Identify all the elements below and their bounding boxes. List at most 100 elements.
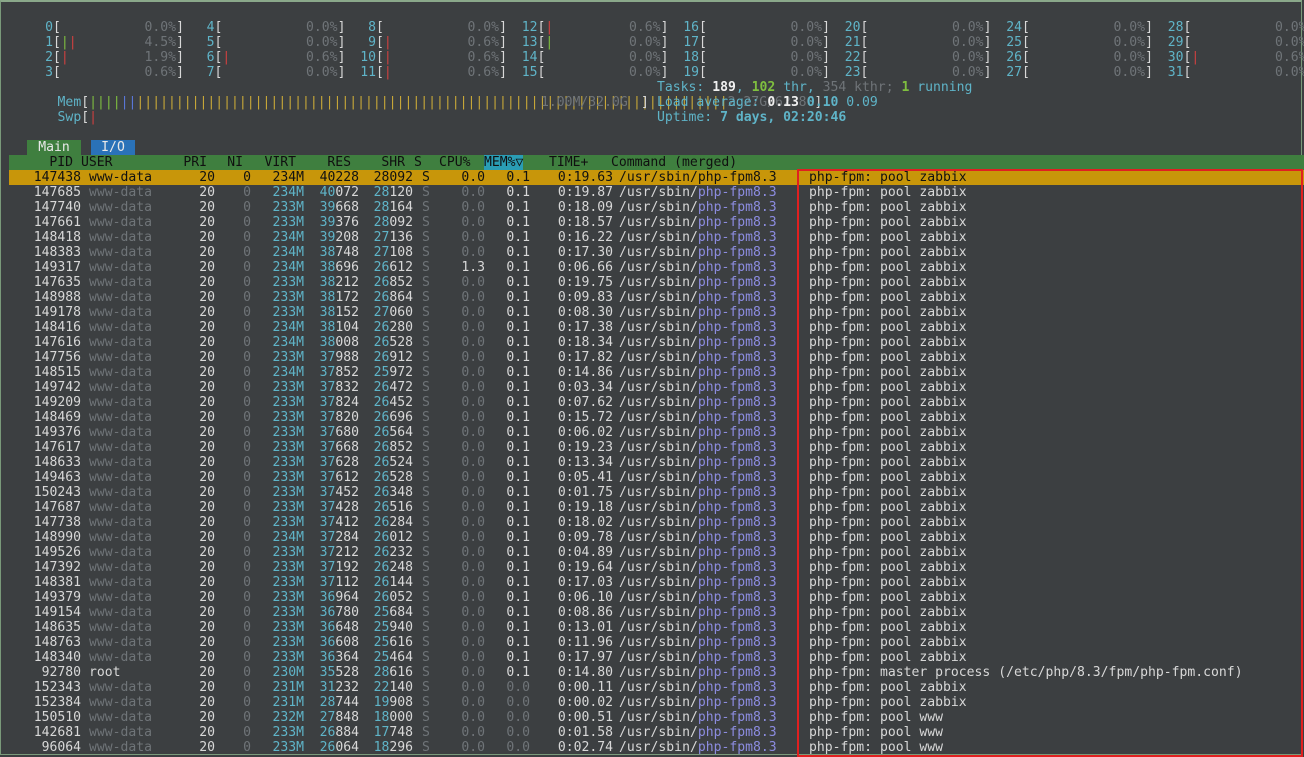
process-row[interactable]: 147738 www-data 20 0 233M 37412 26284 S 0.0 0.1 0:… <box>9 515 1299 530</box>
process-row[interactable]: 142681 www-data 20 0 233M 26884 17748 S 0.0 0.0 0:… <box>9 725 1299 740</box>
process-row[interactable]: 148635 www-data 20 0 233M 36648 25940 S 0.0 0.1 0:… <box>9 620 1299 635</box>
process-row[interactable]: 152343 www-data 20 0 231M 31232 22140 S 0.0 0.0 0:… <box>9 680 1299 695</box>
cell-user: www-data <box>89 200 153 215</box>
cell-virt: 233M <box>272 215 304 230</box>
process-row[interactable]: 152384 www-data 20 0 231M 28744 19908 S 0.0 0.0 0:… <box>9 695 1299 710</box>
cell-time: 0:15.72 <box>557 410 613 425</box>
cell-pri: 20 <box>199 725 215 740</box>
cell-virt: 234M <box>272 170 304 185</box>
process-row[interactable]: 149376 www-data 20 0 233M 37680 26564 S 0.0 0.1 0:… <box>9 425 1299 440</box>
cell-s: S <box>422 320 430 335</box>
cell-cmd: php-fpm: pool zabbix <box>809 380 967 395</box>
col-mem-sorted[interactable]: MEM%▽ <box>484 155 524 170</box>
cell-s: S <box>422 335 430 350</box>
cell-s: S <box>422 545 430 560</box>
cell-ni: 0 <box>243 500 251 515</box>
process-row[interactable]: 149154 www-data 20 0 233M 36780 25684 S 0.0 0.1 0:… <box>9 605 1299 620</box>
process-row[interactable]: 149379 www-data 20 0 233M 36964 26052 S 0.0 0.1 0:… <box>9 590 1299 605</box>
process-row[interactable]: 150243 www-data 20 0 233M 37452 26348 S 0.0 0.1 0:… <box>9 485 1299 500</box>
cell-res: 37212 <box>319 545 359 560</box>
process-row[interactable]: 147740 www-data 20 0 233M 39668 28164 S 0.0 0.1 0:… <box>9 200 1299 215</box>
cell-path: /usr/sbin/php-fpm8.3 <box>619 440 777 455</box>
process-row[interactable]: 148633 www-data 20 0 233M 37628 26524 S 0.0 0.1 0:… <box>9 455 1299 470</box>
process-row[interactable]: 148990 www-data 20 0 234M 37284 26012 S 0.0 0.1 0:… <box>9 530 1299 545</box>
cell-cpu: 0.0 <box>461 380 485 395</box>
cell-virt: 233M <box>272 410 304 425</box>
col-shr[interactable]: SHR <box>353 155 405 170</box>
process-row[interactable]: 148988 www-data 20 0 233M 38172 26864 S 0.0 0.1 0:… <box>9 290 1299 305</box>
cell-mem: 0.1 <box>506 665 530 680</box>
process-row[interactable]: 148515 www-data 20 0 234M 37852 25972 S 0.0 0.1 0:… <box>9 365 1299 380</box>
cpu-percent: 0.6% <box>628 20 661 35</box>
col-cpu[interactable]: CPU% <box>439 155 471 170</box>
process-row[interactable]: 147617 www-data 20 0 233M 37668 26852 S 0.0 0.1 0:… <box>9 440 1299 455</box>
cell-pri: 20 <box>199 290 215 305</box>
cell-res: 37680 <box>319 425 359 440</box>
process-row[interactable]: 149526 www-data 20 0 233M 37212 26232 S 0.0 0.1 0:… <box>9 545 1299 560</box>
cell-ni: 0 <box>243 650 251 665</box>
cell-mem: 0.1 <box>506 260 530 275</box>
cpu-percent: 0.0% <box>144 20 176 35</box>
process-row[interactable]: 147392 www-data 20 0 233M 37192 26248 S 0.0 0.1 0:… <box>9 560 1299 575</box>
cpu-index: 0 <box>45 20 53 35</box>
process-row[interactable]: 148381 www-data 20 0 233M 37112 26144 S 0.0 0.1 0:… <box>9 575 1299 590</box>
process-row[interactable]: 148469 www-data 20 0 233M 37820 26696 S 0.0 0.1 0:… <box>9 410 1299 425</box>
process-row[interactable]: 147635 www-data 20 0 233M 38212 26852 S 0.0 0.1 0:… <box>9 275 1299 290</box>
process-row[interactable]: 147661 www-data 20 0 233M 39376 28092 S 0.0 0.1 0:… <box>9 215 1299 230</box>
process-row[interactable]: 148340 www-data 20 0 233M 36364 25464 S 0.0 0.1 0:… <box>9 650 1299 665</box>
process-row[interactable]: 149463 www-data 20 0 233M 37612 26528 S 0.0 0.1 0:… <box>9 470 1299 485</box>
cell-pid: 148381 <box>33 575 81 590</box>
cell-mem: 0.0 <box>506 695 530 710</box>
col-state[interactable]: S <box>414 155 422 170</box>
process-row[interactable]: 148763 www-data 20 0 233M 36608 25616 S 0.0 0.1 0:… <box>9 635 1299 650</box>
process-row[interactable]: 149178 www-data 20 0 233M 38152 27060 S 0.0 0.1 0:… <box>9 305 1299 320</box>
cell-s: S <box>422 680 430 695</box>
process-row[interactable]: 148383 www-data 20 0 234M 38748 27108 S 0.0 0.1 0:… <box>9 245 1299 260</box>
process-row[interactable]: 147685 www-data 20 0 234M 40072 28120 S 0.0 0.1 0:… <box>9 185 1299 200</box>
tab-io[interactable]: I/O <box>91 140 135 155</box>
cpu-meter: 21[0.0%] <box>837 35 992 50</box>
cell-ni: 0 <box>243 410 251 425</box>
cpu-meter: 2[| 1.9%] <box>29 50 184 65</box>
cell-shr: 17748 <box>373 725 413 740</box>
cell-pid: 147740 <box>33 200 81 215</box>
cell-s: S <box>422 365 430 380</box>
cell-cmd: php-fpm: pool zabbix <box>809 260 967 275</box>
process-row[interactable]: 149317 www-data 20 0 234M 38696 26612 S 1.3 0.1 0:… <box>9 260 1299 275</box>
process-row[interactable]: 148418 www-data 20 0 234M 39208 27136 S 0.0 0.1 0:… <box>9 230 1299 245</box>
col-command[interactable]: Command (merged) <box>611 155 737 170</box>
col-virt[interactable]: VIRT <box>251 155 296 170</box>
cell-ni: 0 <box>243 335 251 350</box>
cpu-bar-segment: | <box>60 35 69 50</box>
cell-cmd: php-fpm: pool zabbix <box>809 620 967 635</box>
cpu-meter: 5[0.0%] <box>191 35 346 50</box>
process-row[interactable]: 92780 root 20 0 230M 35528 28616 S 0.0 0.1 0:14.80… <box>9 665 1299 680</box>
process-row[interactable]: 149742 www-data 20 0 233M 37832 26472 S 0.0 0.1 0:… <box>9 380 1299 395</box>
process-row[interactable]: 147616 www-data 20 0 234M 38008 26528 S 0.0 0.1 0:… <box>9 335 1299 350</box>
process-row[interactable]: 150510 www-data 20 0 232M 27848 18000 S 0.0 0.0 0:… <box>9 710 1299 725</box>
process-row[interactable]: 147687 www-data 20 0 233M 37428 26516 S 0.0 0.1 0:… <box>9 500 1299 515</box>
col-pid[interactable]: PID <box>9 155 73 170</box>
cell-ni: 0 <box>243 395 251 410</box>
process-row[interactable]: 96064 www-data 20 0 233M 26064 18296 S 0.0 0.0 0:0… <box>9 740 1299 755</box>
cell-pid: 148383 <box>33 245 81 260</box>
cell-shr: 26348 <box>373 485 413 500</box>
col-res[interactable]: RES <box>301 155 351 170</box>
cell-time: 0:17.97 <box>557 650 613 665</box>
cpu-meter: 27[0.0%] <box>998 65 1153 80</box>
process-row[interactable]: 147756 www-data 20 0 233M 37988 26912 S 0.0 0.1 0:… <box>9 350 1299 365</box>
cell-path: /usr/sbin/php-fpm8.3 <box>619 620 777 635</box>
cpu-percent: 0.0% <box>1113 35 1145 50</box>
col-user[interactable]: USER <box>81 155 113 170</box>
cell-shr: 25464 <box>373 650 413 665</box>
cpu-meter: 15[0.0%] <box>514 65 669 80</box>
process-row-selected[interactable]: 147438 www-data 20 0 234M 40228 28092 S 0.0 0.1 0:… <box>9 170 1299 185</box>
cpu-index: 6 <box>206 50 215 65</box>
col-time[interactable]: TIME+ <box>549 155 588 170</box>
tab-main[interactable]: Main <box>27 140 81 155</box>
col-pri[interactable]: PRI <box>177 155 207 170</box>
process-row[interactable]: 148416 www-data 20 0 234M 38104 26280 S 0.0 0.1 0:… <box>9 320 1299 335</box>
process-row[interactable]: 149209 www-data 20 0 233M 37824 26452 S 0.0 0.1 0:… <box>9 395 1299 410</box>
cell-mem: 0.1 <box>506 650 530 665</box>
col-ni[interactable]: NI <box>213 155 243 170</box>
